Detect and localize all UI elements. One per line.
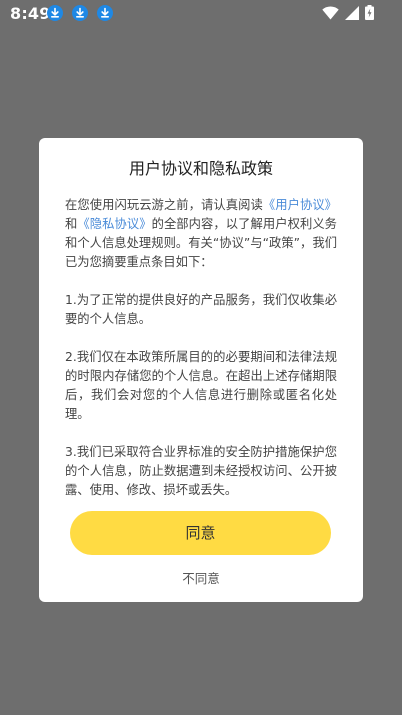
privacy-dialog: 用户协议和隐私政策 在您使用闪玩云游之前，请认真阅读《用户协议》和《隐私协议》的…: [39, 138, 363, 602]
status-right-icons: [322, 5, 374, 20]
agree-button[interactable]: 同意: [70, 511, 331, 555]
disagree-button[interactable]: 不同意: [39, 568, 363, 587]
download-icon: [47, 5, 63, 21]
notification-icons: [47, 5, 113, 21]
cellular-signal-icon: [345, 5, 359, 20]
wifi-icon: [322, 5, 339, 19]
battery-charging-icon: [365, 5, 374, 20]
download-icon: [97, 5, 113, 21]
intro-paragraph: 在您使用闪玩云游之前，请认真阅读《用户协议》和《隐私协议》的全部内容，以了解用户…: [65, 196, 337, 272]
intro-text-1: 在您使用闪玩云游之前，请认真阅读: [65, 198, 263, 212]
status-bar: 8:49: [0, 0, 402, 28]
privacy-agreement-link[interactable]: 《隐私协议》: [77, 217, 151, 231]
user-agreement-link[interactable]: 《用户协议》: [263, 198, 337, 212]
point-2: 2.我们仅在本政策所属目的的必要期间和法律法规的时限内存储您的个人信息。在超出上…: [65, 350, 337, 421]
status-time: 8:49: [10, 4, 51, 23]
dialog-title: 用户协议和隐私政策: [128, 159, 273, 178]
download-icon: [72, 5, 88, 21]
point-1: 1.为了正常的提供良好的产品服务，我们仅收集必要的个人信息。: [65, 293, 337, 326]
dialog-body: 在您使用闪玩云游之前，请认真阅读《用户协议》和《隐私协议》的全部内容，以了解用户…: [65, 196, 337, 519]
point-3: 3.我们已采取符合业界标准的安全防护措施保护您的个人信息，防止数据遭到未经授权访…: [65, 445, 337, 497]
intro-and-text: 和: [65, 217, 78, 231]
